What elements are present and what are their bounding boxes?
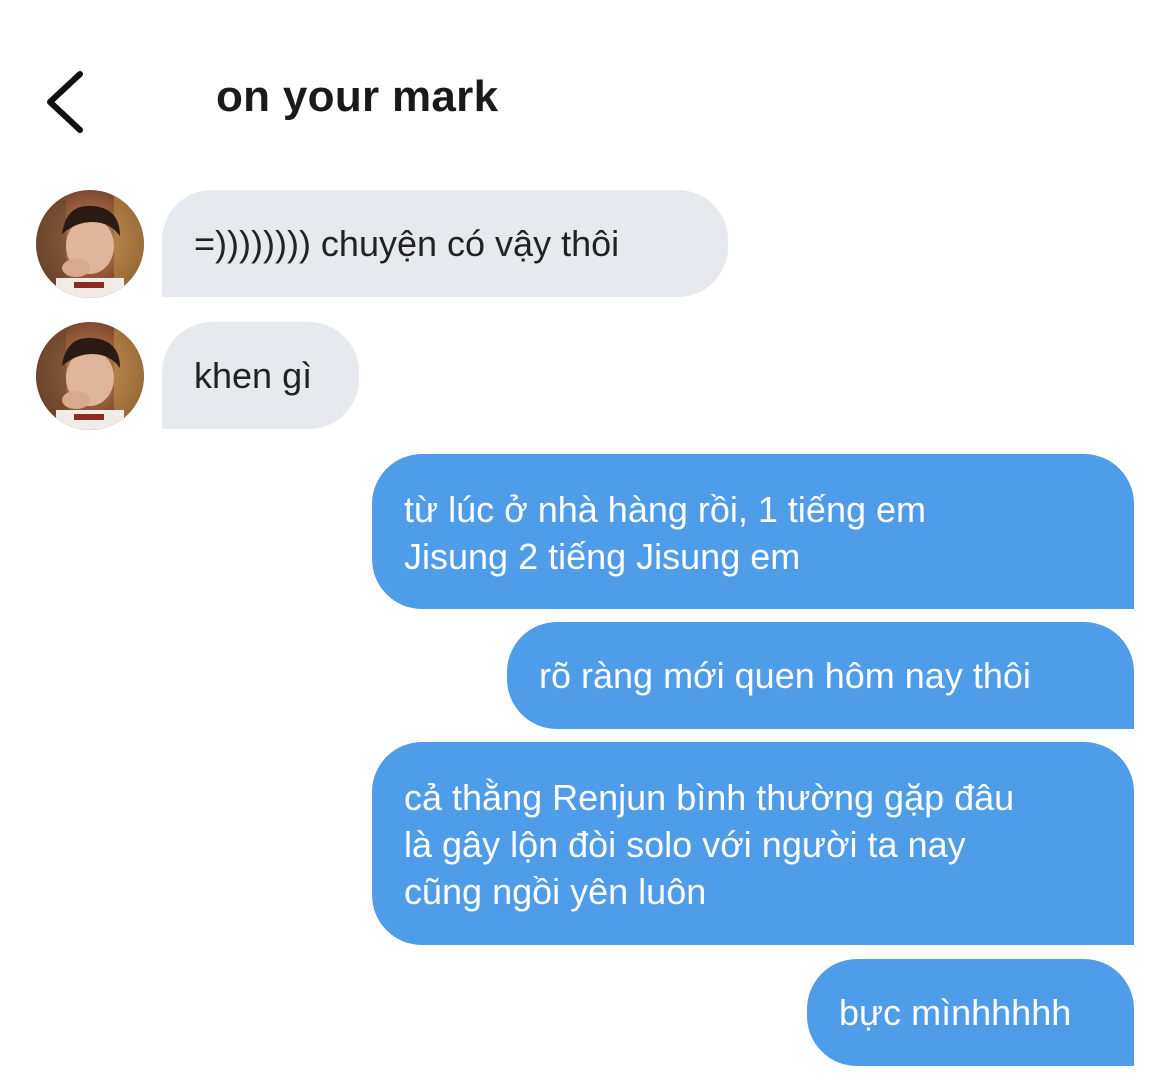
message-bubble-outgoing[interactable]: cả thằng Renjun bình thường gặp đâu là g… xyxy=(372,742,1134,945)
message-text: cũng ngồi yên luôn xyxy=(404,871,707,912)
message-bubble-outgoing[interactable]: bực mìnhhhhh xyxy=(807,959,1134,1066)
message-bubble-outgoing[interactable]: rõ ràng mới quen hôm nay thôi xyxy=(507,622,1134,729)
chevron-left-icon xyxy=(47,71,83,133)
message-text: Jisung 2 tiếng Jisung em xyxy=(404,536,801,577)
conversation-title: on your mark xyxy=(216,72,499,121)
message-bubble-outgoing[interactable]: từ lúc ở nhà hàng rồi, 1 tiếng em Jisung… xyxy=(372,454,1134,609)
message-bubble-incoming[interactable]: khen gì xyxy=(162,322,359,429)
back-button[interactable] xyxy=(40,64,100,140)
message-text: là gây lộn đòi solo với người ta nay xyxy=(404,824,966,865)
message-text: =)))))))) chuyện có vậy thôi xyxy=(194,223,620,264)
chat-header: on your mark xyxy=(0,0,1169,170)
message-text: khen gì xyxy=(194,355,313,396)
avatar[interactable] xyxy=(36,190,144,298)
message-bubble-incoming[interactable]: =)))))))) chuyện có vậy thôi xyxy=(162,190,728,297)
avatar[interactable] xyxy=(36,322,144,430)
message-text: bực mìnhhhhh xyxy=(839,992,1072,1033)
message-text: rõ ràng mới quen hôm nay thôi xyxy=(539,655,1031,696)
message-text: cả thằng Renjun bình thường gặp đâu xyxy=(404,777,1015,818)
message-text: từ lúc ở nhà hàng rồi, 1 tiếng em xyxy=(404,489,926,530)
